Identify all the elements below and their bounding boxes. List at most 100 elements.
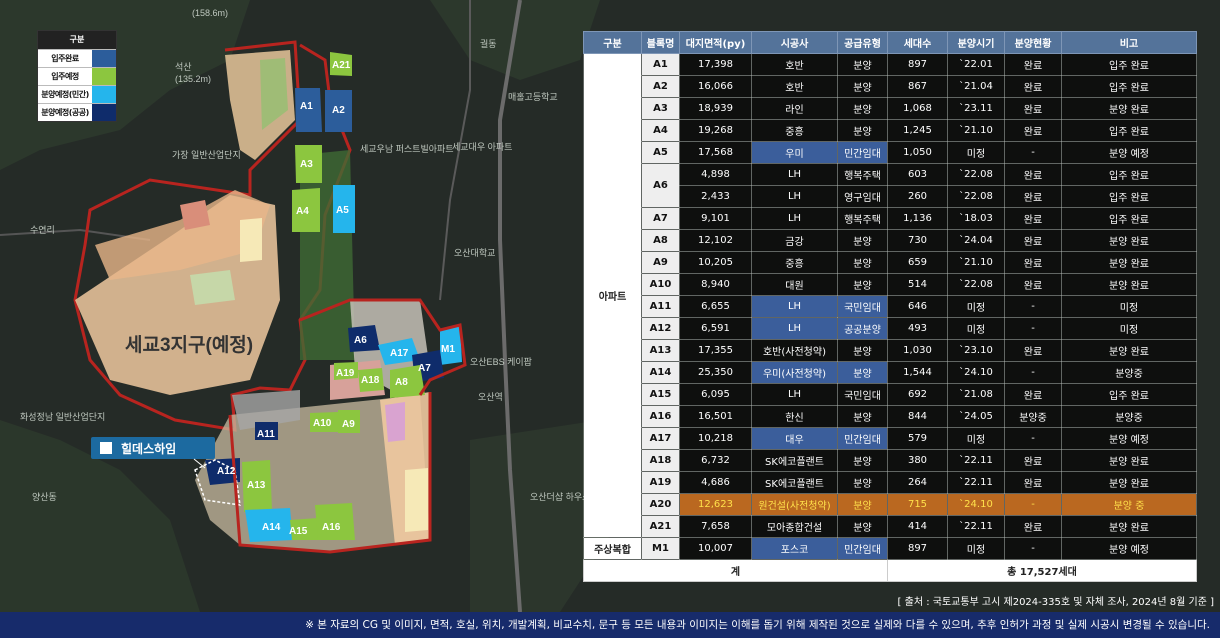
cell-note: 분양 완료 <box>1061 471 1197 494</box>
cell-status: - <box>1004 493 1062 516</box>
cell-units: 1,544 <box>887 361 948 384</box>
cell-units: 646 <box>887 295 948 318</box>
cell-builder: 호반(사전청약) <box>751 339 838 362</box>
block-label-a17: A17 <box>390 348 409 359</box>
cell-type: 분양 <box>837 515 888 538</box>
cell-block: A2 <box>641 75 680 98</box>
cell-date: `24.10 <box>947 361 1005 384</box>
cell-status: 완료 <box>1004 339 1062 362</box>
cell-date: `21.04 <box>947 75 1005 98</box>
cell-builder: LH <box>751 317 838 340</box>
cell-units: 844 <box>887 405 948 428</box>
column-header: 비고 <box>1061 31 1197 54</box>
table-row: A4 19,268 중흥 분양 1,245 `21.10 완료 입주 완료 <box>584 119 1197 142</box>
cell-area: 6,095 <box>679 383 752 406</box>
cell-status: - <box>1004 427 1062 450</box>
cell-date: 미정 <box>947 537 1005 560</box>
cell-area: 19,268 <box>679 119 752 142</box>
cell-type: 분양 <box>837 493 888 516</box>
cell-builder: 우미(사전청약) <box>751 361 838 384</box>
cell-type: 국민임대 <box>837 383 888 406</box>
total-value: 총 17,527세대 <box>887 559 1197 582</box>
cell-units: 692 <box>887 383 948 406</box>
cell-date: `22.08 <box>947 185 1005 208</box>
cell-date: `22.11 <box>947 449 1005 472</box>
cell-status: 분양중 <box>1004 405 1062 428</box>
cell-type: 분양 <box>837 251 888 274</box>
block-label-a16: A16 <box>322 522 341 533</box>
place-label-yangsan: 양산동 <box>32 492 57 502</box>
cell-date: `23.11 <box>947 97 1005 120</box>
cell-block: A7 <box>641 207 680 230</box>
cell-block: A18 <box>641 449 680 472</box>
block-label-a8: A8 <box>395 377 408 388</box>
place-label-height2: (135.2m) <box>175 74 211 84</box>
cell-type: 분양 <box>837 449 888 472</box>
place-label-industrial1: 가장 일반산업단지 <box>172 150 241 160</box>
cell-type: 분양 <box>837 273 888 296</box>
cell-date: `24.05 <box>947 405 1005 428</box>
block-label-a9: A9 <box>342 419 355 430</box>
legend-item-private: 분양예정(민간) <box>38 85 116 103</box>
cell-date: `23.10 <box>947 339 1005 362</box>
cell-type: 공공분양 <box>837 317 888 340</box>
cell-units: 715 <box>887 493 948 516</box>
cell-note: 분양중 <box>1061 361 1197 384</box>
cell-area: 4,898 <box>679 163 752 186</box>
building-icon <box>100 442 112 454</box>
cell-units: 730 <box>887 229 948 252</box>
cell-note: 분양 완료 <box>1061 251 1197 274</box>
block-label-a5: A5 <box>336 205 349 216</box>
block-label-m1: M1 <box>441 344 455 355</box>
column-header: 분양현황 <box>1004 31 1062 54</box>
cell-date: `21.10 <box>947 119 1005 142</box>
cell-block: A17 <box>641 427 680 450</box>
cell-block: A19 <box>641 471 680 494</box>
column-header: 분양시기 <box>947 31 1005 54</box>
cell-builder: 라인 <box>751 97 838 120</box>
cell-area: 4,686 <box>679 471 752 494</box>
block-label-a19: A19 <box>336 368 355 379</box>
block-label-a11: A11 <box>257 429 275 440</box>
cell-area: 17,355 <box>679 339 752 362</box>
total-label: 계 <box>583 559 888 582</box>
cell-area: 10,218 <box>679 427 752 450</box>
cell-block: A6 <box>641 163 680 208</box>
cell-date: `22.11 <box>947 471 1005 494</box>
cell-area: 25,350 <box>679 361 752 384</box>
cell-builder: 원건설(사전청약) <box>751 493 838 516</box>
cell-status: 완료 <box>1004 515 1062 538</box>
cell-status: 완료 <box>1004 163 1062 186</box>
cell-area: 10,205 <box>679 251 752 274</box>
cell-date: `22.01 <box>947 53 1005 76</box>
cell-status: 완료 <box>1004 207 1062 230</box>
cell-builder: 대원 <box>751 273 838 296</box>
cell-date: `21.08 <box>947 383 1005 406</box>
table-row: A13 17,355 호반(사전청약) 분양 1,030 `23.10 완료 분양 완료 <box>584 339 1197 362</box>
cell-area: 16,066 <box>679 75 752 98</box>
cell-note: 분양 완료 <box>1061 339 1197 362</box>
disclaimer-footer: ※ 본 자료의 CG 및 이미지, 면적, 호실, 위치, 개발계획, 비교수치… <box>0 612 1220 638</box>
cell-units: 897 <box>887 53 948 76</box>
cell-block: M1 <box>641 537 680 560</box>
place-label-industrial2: 화성정남 일반산업단지 <box>20 412 105 422</box>
cell-area: 8,940 <box>679 273 752 296</box>
cell-status: 완료 <box>1004 119 1062 142</box>
cell-block: A1 <box>641 53 680 76</box>
place-label-gwol: 궐동 <box>480 39 497 49</box>
block-label-a2: A2 <box>332 105 345 116</box>
cell-block: A8 <box>641 229 680 252</box>
source-note: [ 출처 : 국토교통부 고시 제2024-335호 및 자체 조사, 2024… <box>897 597 1214 608</box>
cell-area: 6,732 <box>679 449 752 472</box>
block-label-a21: A21 <box>332 60 351 71</box>
cell-units: 1,050 <box>887 141 948 164</box>
cell-area: 6,655 <box>679 295 752 318</box>
cell-status: 완료 <box>1004 185 1062 208</box>
total-row: 계총 17,527세대 <box>583 559 1197 582</box>
cell-block: A11 <box>641 295 680 318</box>
cell-block: A10 <box>641 273 680 296</box>
marker-label: 힐데스하임 <box>121 441 176 456</box>
column-header: 공급유형 <box>837 31 888 54</box>
table-row: A21 7,658 모아종합건설 분양 414 `22.11 완료 분양 완료 <box>584 515 1197 538</box>
block-label-a13: A13 <box>247 480 266 491</box>
